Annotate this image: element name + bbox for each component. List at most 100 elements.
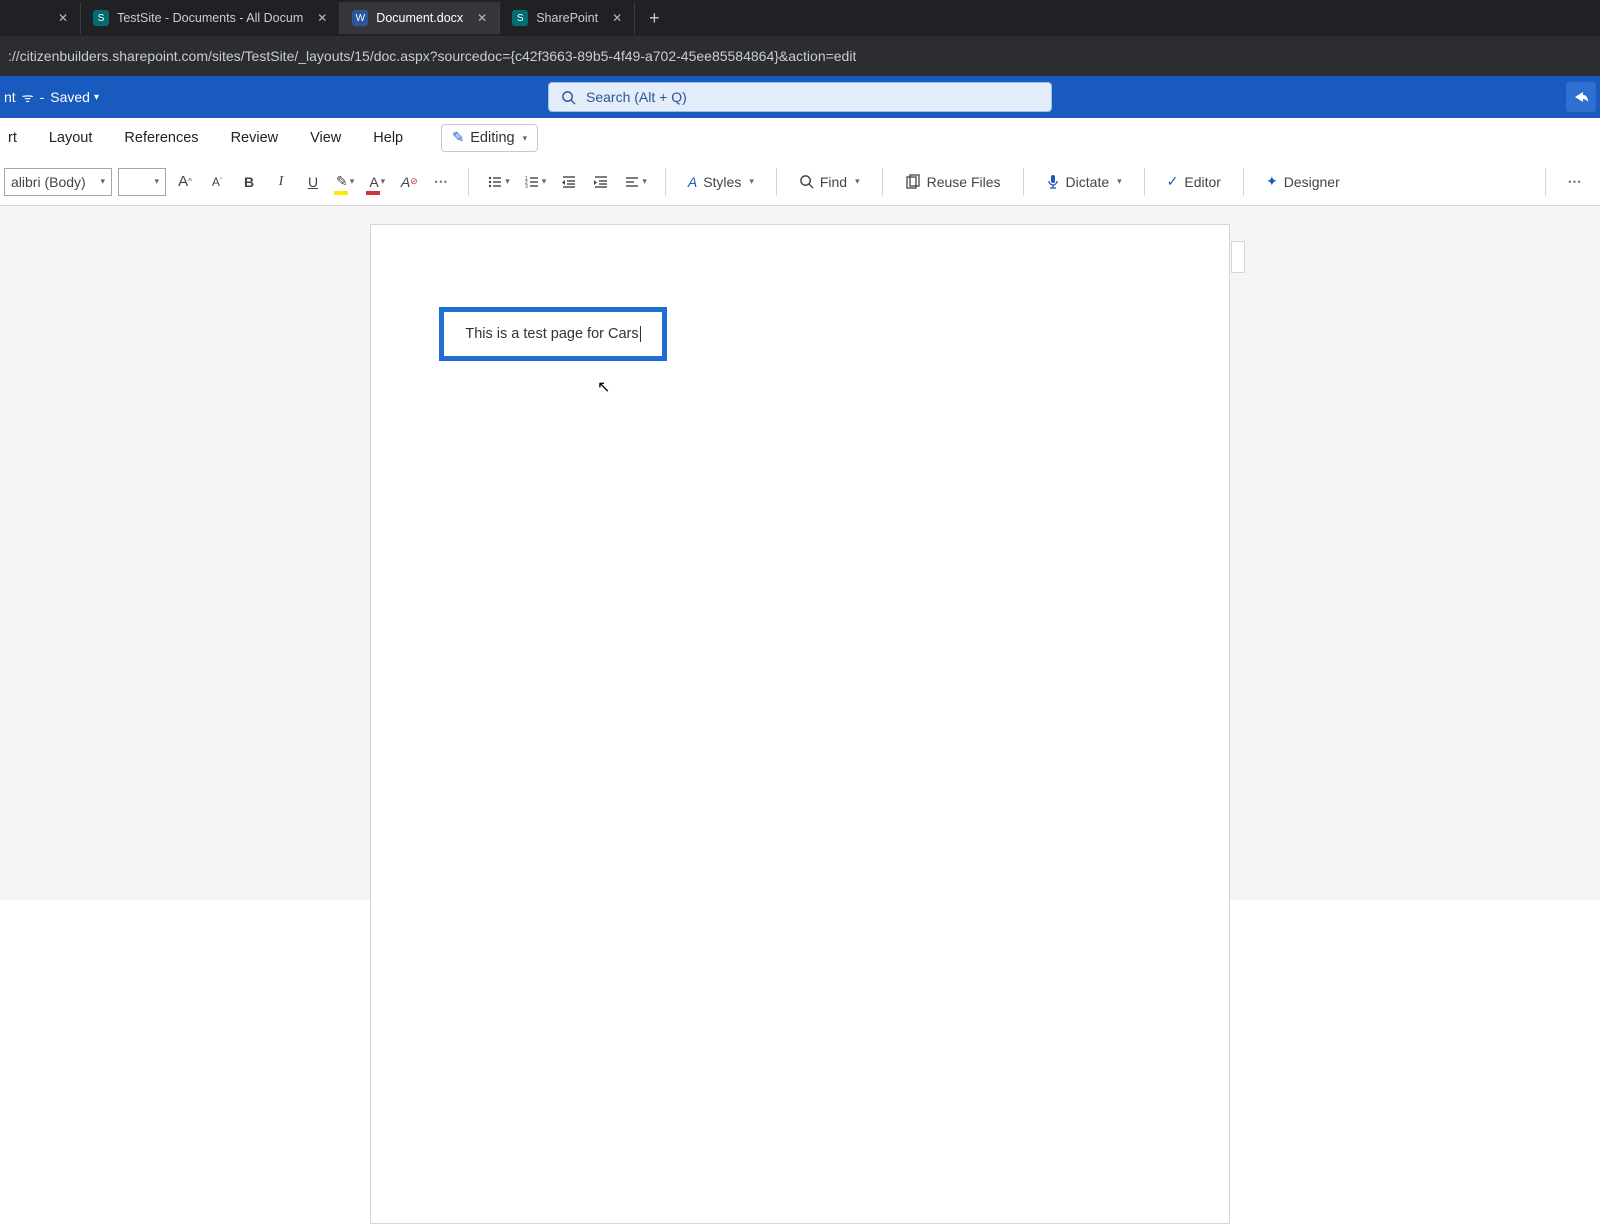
- decrease-indent-button[interactable]: [556, 167, 582, 197]
- ribbon-tab-layout[interactable]: Layout: [45, 124, 97, 152]
- chevron-down-icon: ▾: [1117, 176, 1122, 187]
- align-button[interactable]: ▾: [620, 167, 651, 197]
- chevron-down-icon: ▾: [642, 176, 647, 187]
- ribbon-tab-insert-fragment[interactable]: rt: [4, 124, 21, 152]
- separator: [468, 168, 469, 196]
- chevron-down-icon: ▾: [350, 176, 355, 187]
- font-size-select[interactable]: ▾: [118, 168, 166, 196]
- pen-icon: ✎: [452, 130, 464, 146]
- numbering-button[interactable]: 123 ▾: [520, 167, 551, 197]
- separator: [665, 168, 666, 196]
- browser-tab-strip: ✕ S TestSite - Documents - All Docum ✕ W…: [0, 0, 1600, 36]
- sharepoint-icon: S: [512, 10, 528, 26]
- numbering-icon: 123: [524, 174, 540, 190]
- reuse-icon: [905, 174, 921, 190]
- tab-prev-close[interactable]: ✕: [40, 2, 81, 34]
- chevron-down-icon: ▾: [94, 92, 99, 103]
- ribbon-tab-references[interactable]: References: [120, 124, 202, 152]
- ribbon-tab-review[interactable]: Review: [227, 124, 283, 152]
- clear-formatting-button[interactable]: A⊘: [396, 167, 422, 197]
- bullets-button[interactable]: ▾: [483, 167, 514, 197]
- bold-button[interactable]: B: [236, 167, 262, 197]
- separator: [882, 168, 883, 196]
- ribbon-tab-help[interactable]: Help: [369, 124, 407, 152]
- word-icon: W: [352, 10, 368, 26]
- editor-icon: ✓: [1167, 173, 1179, 190]
- chevron-down-icon: ▾: [749, 176, 754, 187]
- bullets-icon: [487, 174, 503, 190]
- highlight-icon: ✎: [336, 173, 348, 190]
- chevron-down-icon: ▾: [381, 176, 386, 187]
- font-color-button[interactable]: A▾: [364, 167, 390, 197]
- search-input[interactable]: Search (Alt + Q): [548, 82, 1052, 112]
- designer-icon: ✦: [1266, 173, 1278, 190]
- share-button[interactable]: [1566, 82, 1596, 112]
- browser-tab-1[interactable]: W Document.docx ✕: [340, 2, 500, 34]
- saved-status[interactable]: Saved ▾: [50, 89, 99, 105]
- align-icon: [624, 174, 640, 190]
- ribbon-tab-view[interactable]: View: [306, 124, 345, 152]
- mic-icon: [1046, 174, 1060, 190]
- doc-name-fragment: nt: [4, 89, 16, 105]
- indent-icon: [593, 174, 609, 190]
- document-page[interactable]: This is a test page for Cars ↖: [370, 224, 1230, 1224]
- separator: [1545, 168, 1546, 196]
- grow-font-button[interactable]: A^: [172, 167, 198, 197]
- italic-button[interactable]: I: [268, 167, 294, 197]
- new-tab-button[interactable]: +: [635, 8, 674, 29]
- close-icon[interactable]: ✕: [317, 11, 327, 25]
- styles-button[interactable]: A Styles ▾: [680, 167, 762, 197]
- address-bar[interactable]: ://citizenbuilders.sharepoint.com/sites/…: [0, 36, 1600, 76]
- mouse-cursor-icon: ↖: [597, 377, 610, 397]
- font-name-select[interactable]: alibri (Body) ▾: [4, 168, 112, 196]
- separator: [776, 168, 777, 196]
- outdent-icon: [561, 174, 577, 190]
- tab-title: Document.docx: [376, 11, 463, 25]
- increase-indent-button[interactable]: [588, 167, 614, 197]
- font-color-icon: A: [369, 174, 378, 190]
- underline-button[interactable]: U: [300, 167, 326, 197]
- people-icon: ᯤ: [22, 88, 34, 106]
- find-button[interactable]: Find ▾: [791, 167, 868, 197]
- tab-title: SharePoint: [536, 11, 598, 25]
- separator: [1243, 168, 1244, 196]
- ribbon-overflow-button[interactable]: ⋯: [1562, 167, 1588, 197]
- separator: [1023, 168, 1024, 196]
- document-canvas[interactable]: This is a test page for Cars ↖: [0, 206, 1600, 900]
- svg-text:3: 3: [525, 184, 528, 190]
- chevron-down-icon: ▾: [542, 176, 547, 187]
- url-text: ://citizenbuilders.sharepoint.com/sites/…: [8, 48, 856, 64]
- sharepoint-icon: S: [93, 10, 109, 26]
- ruler-handle[interactable]: [1231, 241, 1245, 273]
- chevron-down-icon: ▾: [855, 176, 860, 187]
- separator: [1144, 168, 1145, 196]
- close-icon: ✕: [58, 11, 68, 25]
- more-font-options[interactable]: ⋯: [428, 167, 454, 197]
- dash: -: [40, 89, 45, 105]
- text-box[interactable]: This is a test page for Cars: [439, 307, 667, 361]
- close-icon[interactable]: ✕: [477, 11, 487, 25]
- styles-icon: A: [688, 174, 697, 190]
- dictate-button[interactable]: Dictate ▾: [1038, 167, 1130, 197]
- chevron-down-icon: ▾: [523, 133, 528, 144]
- app-header: nt ᯤ - Saved ▾ Search (Alt + Q): [0, 76, 1600, 118]
- chevron-down-icon: ▾: [100, 176, 105, 187]
- search-icon: [561, 90, 576, 105]
- editing-mode-dropdown[interactable]: ✎ Editing ▾: [441, 124, 538, 152]
- designer-button[interactable]: ✦ Designer: [1258, 167, 1348, 197]
- shrink-font-button[interactable]: Aˇ: [204, 167, 230, 197]
- browser-tab-0[interactable]: S TestSite - Documents - All Docum ✕: [81, 2, 340, 34]
- reuse-files-button[interactable]: Reuse Files: [897, 167, 1009, 197]
- textbox-content: This is a test page for Cars: [465, 326, 640, 342]
- search-icon: [799, 174, 814, 189]
- chevron-down-icon: ▾: [505, 176, 510, 187]
- browser-tab-2[interactable]: S SharePoint ✕: [500, 2, 635, 34]
- ribbon-toolbar: alibri (Body) ▾ ▾ A^ Aˇ B I U ✎▾ A▾ A⊘ ⋯…: [0, 158, 1600, 206]
- highlight-button[interactable]: ✎▾: [332, 167, 358, 197]
- ribbon-tabs: rt Layout References Review View Help ✎ …: [0, 118, 1600, 158]
- tab-title: TestSite - Documents - All Docum: [117, 11, 303, 25]
- share-icon: [1573, 89, 1589, 105]
- search-placeholder: Search (Alt + Q): [586, 89, 687, 105]
- editor-button[interactable]: ✓ Editor: [1159, 167, 1229, 197]
- close-icon[interactable]: ✕: [612, 11, 622, 25]
